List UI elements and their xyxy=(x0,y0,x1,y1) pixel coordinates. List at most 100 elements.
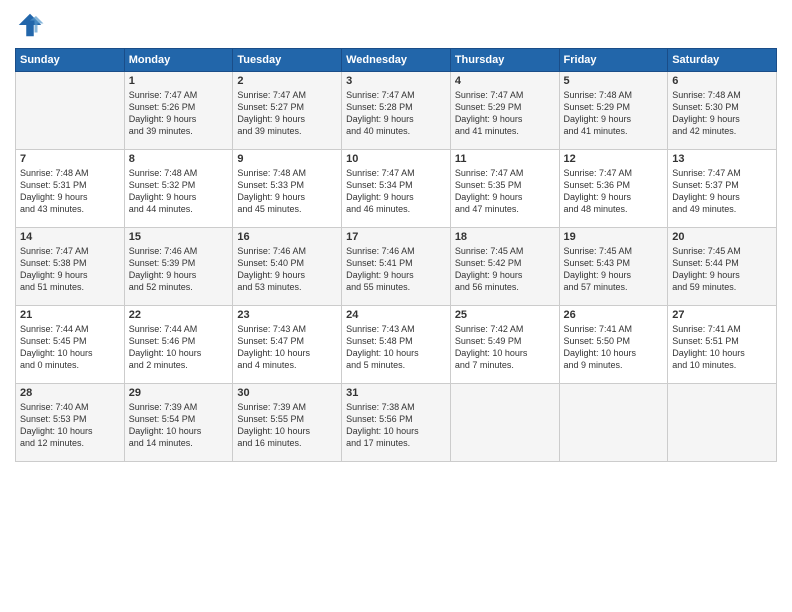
day-info: Sunrise: 7:47 AM Sunset: 5:27 PM Dayligh… xyxy=(237,89,337,138)
day-number: 10 xyxy=(346,153,446,165)
calendar-cell: 27Sunrise: 7:41 AM Sunset: 5:51 PM Dayli… xyxy=(668,306,777,384)
day-info: Sunrise: 7:47 AM Sunset: 5:36 PM Dayligh… xyxy=(564,167,664,216)
calendar-cell: 16 Sunrise: 7:46 AM Sunset: 5:40 PM Dayli… xyxy=(233,228,342,306)
day-number: 18 xyxy=(455,231,555,243)
day-number: 13 xyxy=(672,153,772,165)
day-number: 22 xyxy=(129,309,229,321)
week-row-4: 21 Sunrise: 7:44 AM Sunset: 5:45 PM Dayli… xyxy=(16,306,777,384)
day-info: Sunrise: 7:46 AM Sunset: 5:39 PM Dayligh… xyxy=(129,245,229,294)
day-info: Sunrise: 7:45 AM Sunset: 5:42 PM Dayligh… xyxy=(455,245,555,294)
day-number: 14 xyxy=(20,231,120,243)
calendar-cell: 10 Sunrise: 7:47 AM Sunset: 5:34 PM Dayli… xyxy=(342,150,451,228)
calendar-cell: 30 Sunrise: 7:39 AM Sunset: 5:55 PM Dayli… xyxy=(233,384,342,462)
day-info: Sunrise: 7:41 AM Sunset: 5:50 PM Dayligh… xyxy=(564,323,664,372)
day-info: Sunrise: 7:44 AM Sunset: 5:46 PM Dayligh… xyxy=(129,323,229,372)
day-number: 20 xyxy=(672,231,772,243)
calendar-cell: 4 Sunrise: 7:47 AM Sunset: 5:29 PM Daylig… xyxy=(450,72,559,150)
calendar-cell: 13Sunrise: 7:47 AM Sunset: 5:37 PM Dayli… xyxy=(668,150,777,228)
day-info: Sunrise: 7:39 AM Sunset: 5:54 PM Dayligh… xyxy=(129,401,229,450)
day-number: 25 xyxy=(455,309,555,321)
day-info: Sunrise: 7:48 AM Sunset: 5:33 PM Dayligh… xyxy=(237,167,337,216)
column-header-saturday: Saturday xyxy=(668,49,777,72)
day-number: 30 xyxy=(237,387,337,399)
day-number: 24 xyxy=(346,309,446,321)
day-number: 2 xyxy=(237,75,337,87)
calendar-cell: 18 Sunrise: 7:45 AM Sunset: 5:42 PM Dayli… xyxy=(450,228,559,306)
day-info: Sunrise: 7:40 AM Sunset: 5:53 PM Dayligh… xyxy=(20,401,120,450)
calendar-cell: 20 Sunrise: 7:45 AM Sunset: 5:44 PM Dayli… xyxy=(668,228,777,306)
calendar-cell: 5Sunrise: 7:48 AM Sunset: 5:29 PM Daylig… xyxy=(559,72,668,150)
day-info: Sunrise: 7:45 AM Sunset: 5:43 PM Dayligh… xyxy=(564,245,664,294)
calendar-cell: 6Sunrise: 7:48 AM Sunset: 5:30 PM Daylig… xyxy=(668,72,777,150)
day-number: 3 xyxy=(346,75,446,87)
logo xyxy=(15,10,49,40)
day-info: Sunrise: 7:38 AM Sunset: 5:56 PM Dayligh… xyxy=(346,401,446,450)
week-row-2: 7 Sunrise: 7:48 AM Sunset: 5:31 PM Daylig… xyxy=(16,150,777,228)
column-header-friday: Friday xyxy=(559,49,668,72)
calendar-cell: 29 Sunrise: 7:39 AM Sunset: 5:54 PM Dayli… xyxy=(124,384,233,462)
day-info: Sunrise: 7:47 AM Sunset: 5:28 PM Dayligh… xyxy=(346,89,446,138)
calendar-cell: 28Sunrise: 7:40 AM Sunset: 5:53 PM Dayli… xyxy=(16,384,125,462)
calendar-cell: 2 Sunrise: 7:47 AM Sunset: 5:27 PM Daylig… xyxy=(233,72,342,150)
calendar-cell xyxy=(668,384,777,462)
calendar-cell: 21 Sunrise: 7:44 AM Sunset: 5:45 PM Dayli… xyxy=(16,306,125,384)
day-number: 5 xyxy=(564,75,664,87)
day-number: 8 xyxy=(129,153,229,165)
column-header-wednesday: Wednesday xyxy=(342,49,451,72)
day-info: Sunrise: 7:39 AM Sunset: 5:55 PM Dayligh… xyxy=(237,401,337,450)
calendar-cell: 9Sunrise: 7:48 AM Sunset: 5:33 PM Daylig… xyxy=(233,150,342,228)
day-number: 16 xyxy=(237,231,337,243)
day-info: Sunrise: 7:45 AM Sunset: 5:44 PM Dayligh… xyxy=(672,245,772,294)
calendar-cell: 23 Sunrise: 7:43 AM Sunset: 5:47 PM Dayli… xyxy=(233,306,342,384)
week-row-5: 28Sunrise: 7:40 AM Sunset: 5:53 PM Dayli… xyxy=(16,384,777,462)
day-info: Sunrise: 7:47 AM Sunset: 5:26 PM Dayligh… xyxy=(129,89,229,138)
day-number: 15 xyxy=(129,231,229,243)
day-info: Sunrise: 7:48 AM Sunset: 5:30 PM Dayligh… xyxy=(672,89,772,138)
day-info: Sunrise: 7:47 AM Sunset: 5:29 PM Dayligh… xyxy=(455,89,555,138)
day-info: Sunrise: 7:46 AM Sunset: 5:41 PM Dayligh… xyxy=(346,245,446,294)
calendar-cell: 7 Sunrise: 7:48 AM Sunset: 5:31 PM Daylig… xyxy=(16,150,125,228)
week-row-1: 1 Sunrise: 7:47 AM Sunset: 5:26 PM Daylig… xyxy=(16,72,777,150)
day-number: 17 xyxy=(346,231,446,243)
day-number: 23 xyxy=(237,309,337,321)
day-info: Sunrise: 7:47 AM Sunset: 5:35 PM Dayligh… xyxy=(455,167,555,216)
day-info: Sunrise: 7:47 AM Sunset: 5:34 PM Dayligh… xyxy=(346,167,446,216)
column-header-sunday: Sunday xyxy=(16,49,125,72)
day-info: Sunrise: 7:44 AM Sunset: 5:45 PM Dayligh… xyxy=(20,323,120,372)
column-header-tuesday: Tuesday xyxy=(233,49,342,72)
day-number: 12 xyxy=(564,153,664,165)
day-number: 7 xyxy=(20,153,120,165)
calendar-cell: 17 Sunrise: 7:46 AM Sunset: 5:41 PM Dayli… xyxy=(342,228,451,306)
calendar-cell: 1 Sunrise: 7:47 AM Sunset: 5:26 PM Daylig… xyxy=(124,72,233,150)
calendar-cell xyxy=(559,384,668,462)
day-info: Sunrise: 7:43 AM Sunset: 5:48 PM Dayligh… xyxy=(346,323,446,372)
day-number: 21 xyxy=(20,309,120,321)
calendar-table: SundayMondayTuesdayWednesdayThursdayFrid… xyxy=(15,48,777,462)
header-row: SundayMondayTuesdayWednesdayThursdayFrid… xyxy=(16,49,777,72)
calendar-cell: 24 Sunrise: 7:43 AM Sunset: 5:48 PM Dayli… xyxy=(342,306,451,384)
calendar-cell xyxy=(450,384,559,462)
calendar-cell: 3 Sunrise: 7:47 AM Sunset: 5:28 PM Daylig… xyxy=(342,72,451,150)
calendar-cell: 22 Sunrise: 7:44 AM Sunset: 5:46 PM Dayli… xyxy=(124,306,233,384)
calendar-cell: 31Sunrise: 7:38 AM Sunset: 5:56 PM Dayli… xyxy=(342,384,451,462)
day-number: 19 xyxy=(564,231,664,243)
day-info: Sunrise: 7:48 AM Sunset: 5:31 PM Dayligh… xyxy=(20,167,120,216)
day-info: Sunrise: 7:48 AM Sunset: 5:32 PM Dayligh… xyxy=(129,167,229,216)
week-row-3: 14Sunrise: 7:47 AM Sunset: 5:38 PM Dayli… xyxy=(16,228,777,306)
calendar-cell: 19 Sunrise: 7:45 AM Sunset: 5:43 PM Dayli… xyxy=(559,228,668,306)
logo-icon xyxy=(15,10,45,40)
page: SundayMondayTuesdayWednesdayThursdayFrid… xyxy=(0,0,792,612)
day-info: Sunrise: 7:43 AM Sunset: 5:47 PM Dayligh… xyxy=(237,323,337,372)
day-info: Sunrise: 7:46 AM Sunset: 5:40 PM Dayligh… xyxy=(237,245,337,294)
day-number: 26 xyxy=(564,309,664,321)
column-header-thursday: Thursday xyxy=(450,49,559,72)
calendar-cell: 14Sunrise: 7:47 AM Sunset: 5:38 PM Dayli… xyxy=(16,228,125,306)
day-number: 1 xyxy=(129,75,229,87)
calendar-cell: 25Sunrise: 7:42 AM Sunset: 5:49 PM Dayli… xyxy=(450,306,559,384)
column-header-monday: Monday xyxy=(124,49,233,72)
day-info: Sunrise: 7:41 AM Sunset: 5:51 PM Dayligh… xyxy=(672,323,772,372)
calendar-cell: 15 Sunrise: 7:46 AM Sunset: 5:39 PM Dayli… xyxy=(124,228,233,306)
day-number: 11 xyxy=(455,153,555,165)
day-number: 4 xyxy=(455,75,555,87)
day-number: 29 xyxy=(129,387,229,399)
